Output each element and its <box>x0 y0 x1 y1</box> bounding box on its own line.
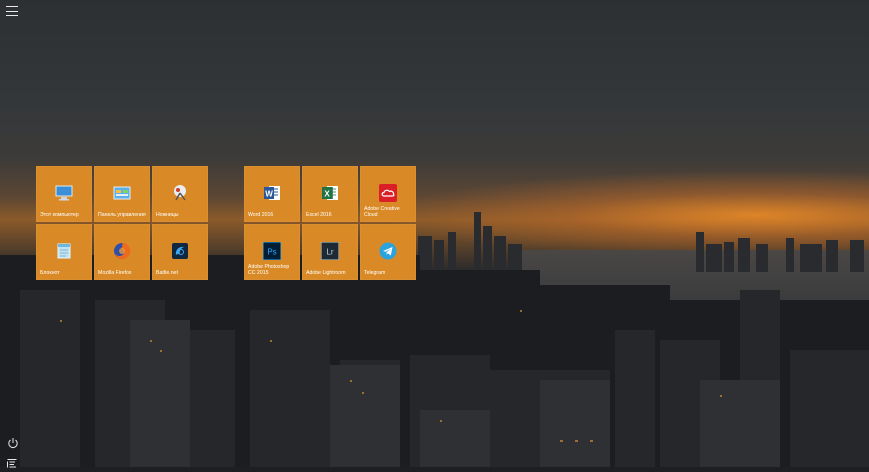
tile-label: Adobe Photoshop CC 2015 <box>248 264 290 276</box>
tile-label: Adobe Creative Cloud <box>364 206 400 218</box>
firefox-icon <box>112 241 132 261</box>
control-panel-icon <box>112 183 132 203</box>
tile-word[interactable]: W Word 2016 <box>244 166 300 222</box>
computer-icon <box>54 183 74 203</box>
svg-text:W: W <box>265 190 273 199</box>
tile-control-panel[interactable]: Панель управления <box>94 166 150 222</box>
svg-text:Lr: Lr <box>326 248 333 257</box>
tile-creative-cloud[interactable]: Adobe Creative Cloud <box>360 166 416 222</box>
tile-label: Word 2016 <box>248 212 274 218</box>
tile-excel[interactable]: X Excel 2016 <box>302 166 358 222</box>
all-apps-button[interactable] <box>7 453 17 468</box>
tile-this-pc[interactable]: Этот компьютер <box>36 166 92 222</box>
tile-label: Этот компьютер <box>40 212 79 218</box>
tile-telegram[interactable]: Telegram <box>360 224 416 280</box>
snipping-tool-icon <box>170 183 190 203</box>
tile-group-1: Этот компьютер Панель управления Ножницы… <box>36 166 208 280</box>
telegram-icon <box>378 241 398 261</box>
tile-label: Mozilla Firefox <box>98 270 132 276</box>
tile-label: Telegram <box>364 270 386 276</box>
battlenet-icon <box>170 241 190 261</box>
tile-photoshop[interactable]: Ps Adobe Photoshop CC 2015 <box>244 224 300 280</box>
notepad-icon <box>54 241 74 261</box>
tile-group-2: W Word 2016 X Excel 2016 Adobe Creative … <box>244 166 416 280</box>
hamburger-menu-button[interactable] <box>6 6 18 16</box>
excel-icon: X <box>320 183 340 203</box>
tile-snipping-tool[interactable]: Ножницы <box>152 166 208 222</box>
tile-label: Панель управления <box>98 212 146 218</box>
word-icon: W <box>262 183 282 203</box>
photoshop-icon: Ps <box>262 241 282 261</box>
tile-label: Excel 2016 <box>306 212 332 218</box>
tile-label: Battle.net <box>156 270 178 276</box>
tile-label: Adobe Lightroom <box>306 270 346 276</box>
tile-label: Ножницы <box>156 212 179 218</box>
power-button[interactable] <box>7 434 19 448</box>
tile-battlenet[interactable]: Battle.net <box>152 224 208 280</box>
lightroom-icon: Lr <box>320 241 340 261</box>
creative-cloud-icon <box>378 183 398 203</box>
tile-firefox[interactable]: Mozilla Firefox <box>94 224 150 280</box>
tile-notepad[interactable]: Блокнот <box>36 224 92 280</box>
tile-label: Блокнот <box>40 270 60 276</box>
power-icon <box>8 438 18 448</box>
svg-text:Ps: Ps <box>267 248 276 257</box>
svg-text:X: X <box>324 190 330 199</box>
tile-lightroom[interactable]: Lr Adobe Lightroom <box>302 224 358 280</box>
